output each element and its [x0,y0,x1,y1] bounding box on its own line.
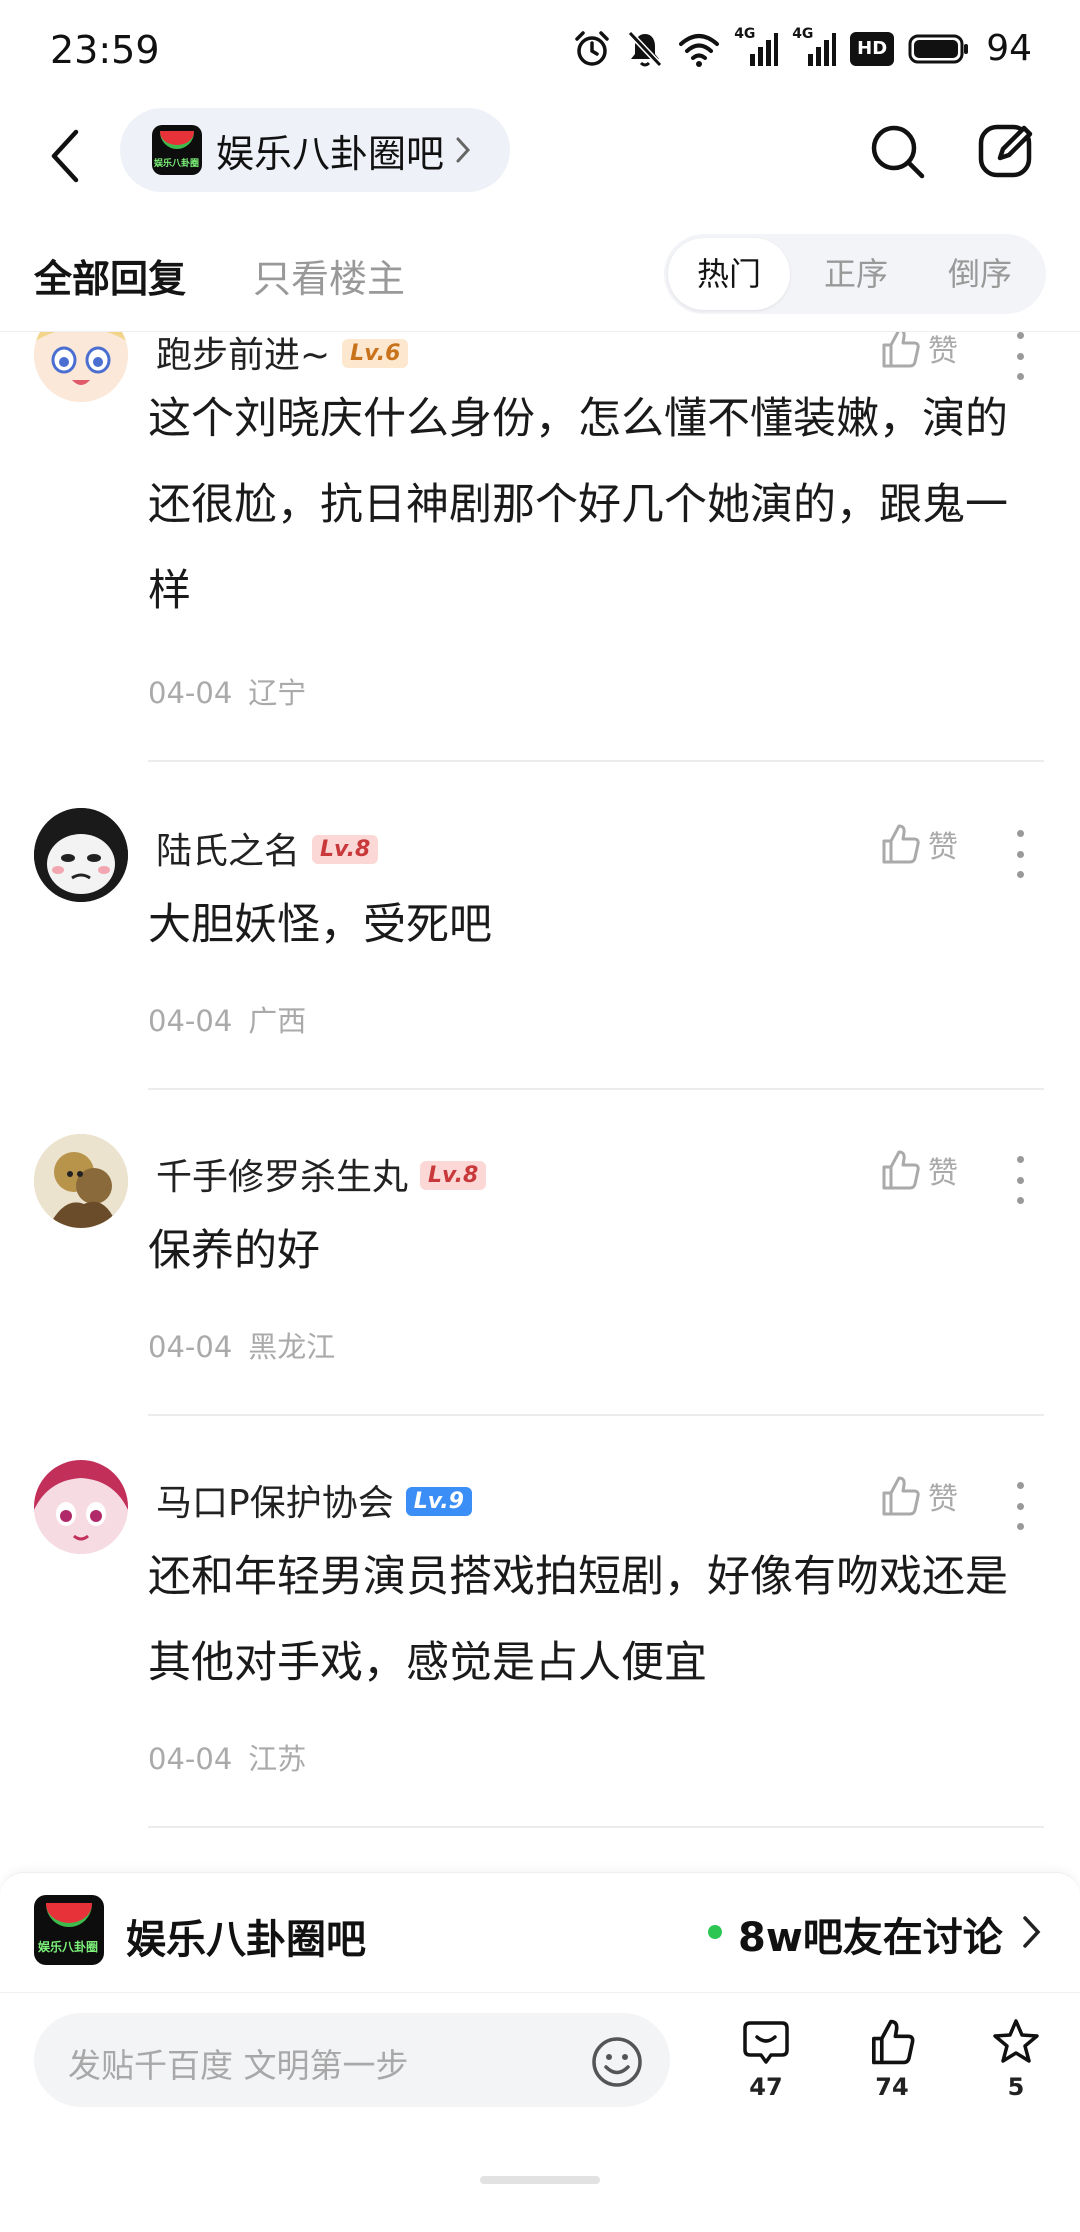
like-button[interactable]: 赞 [878,1148,958,1192]
more-options-icon[interactable] [1012,1482,1028,1530]
more-options-icon[interactable] [1012,332,1028,380]
comment-icon [743,2021,789,2064]
divider [148,1414,1044,1416]
comment-list: 跑步前进~ Lv.6 赞 这个刘晓庆什么身份，怎么懂不懂装嫩，演的还很尬，抗日神剧… [0,332,1080,1872]
comment-location: 辽宁 [248,676,307,710]
divider [148,1826,1044,1828]
avatar[interactable] [34,332,128,402]
sort-descending-button[interactable]: 倒序 [922,234,1038,314]
comment-date: 04-04 [148,1330,233,1364]
home-indicator[interactable] [480,2176,600,2184]
comment-meta: 04-04 黑龙江 [148,1324,335,1366]
status-time: 23:59 [50,28,160,72]
post-input-placeholder: 发贴千百度 文明第一步 [68,2046,409,2085]
avatar[interactable] [34,1460,128,1554]
username[interactable]: 马口P保护协会 Lv.9 [156,1474,472,1526]
comment-text: 还和年轻男演员搭戏拍短剧，好像有吻戏还是其他对手戏，感觉是占人便宜 [148,1552,1008,1688]
thumbs-up-icon [882,1150,920,1190]
username[interactable]: 千手修罗杀生丸 Lv.8 [156,1148,487,1200]
more-options-icon[interactable] [1012,830,1028,878]
chevron-right-icon [1023,1916,1041,1948]
search-icon[interactable] [868,122,928,182]
comment-meta: 04-04 江苏 [148,1736,306,1778]
signal-4g-icon: 4G [734,26,779,68]
like-button[interactable]: 赞 [878,332,958,370]
level-badge: Lv.8 [312,834,379,864]
forum-logo: 娱乐八卦圈 [34,1895,104,1965]
divider [148,760,1044,762]
sort-hot-button[interactable]: 热门 [668,238,790,310]
comment-location: 广西 [248,1004,307,1038]
forum-bar-name: 娱乐八卦圈吧 [126,1917,366,1963]
comment-date: 04-04 [148,676,233,710]
chevron-right-icon [456,137,471,163]
nav-bar: 娱乐八卦圈 娱乐八卦圈吧 [0,108,1080,228]
comment-meta: 04-04 广西 [148,998,306,1040]
comment-date: 04-04 [148,1742,233,1776]
status-icons: 4G 4G HD 94 [572,26,1032,69]
username[interactable]: 陆氏之名 Lv.8 [156,822,379,874]
forum-name: 娱乐八卦圈吧 [216,131,445,176]
thumbs-up-icon [882,332,920,368]
like-button[interactable]: 赞 [878,1474,958,1518]
forum-chip[interactable]: 娱乐八卦圈 娱乐八卦圈吧 [120,108,510,192]
thumbs-up-icon [882,1476,920,1516]
forum-entry-bar[interactable]: 娱乐八卦圈 娱乐八卦圈吧 8w吧友在讨论 [0,1872,1080,1992]
wifi-icon [679,33,720,67]
status-bar: 23:59 4G 4G HD 94 [0,0,1080,108]
avatar[interactable] [34,808,128,902]
tabs-row: 全部回复 只看楼主 热门 正序 倒序 [0,228,1080,332]
back-icon[interactable] [42,124,90,188]
compose-icon[interactable] [976,120,1036,180]
favorite-count-button[interactable]: 5 [976,2017,1056,2101]
thumbs-up-icon [882,824,920,864]
online-count-text: 8w吧友在讨论 [738,1915,1003,1961]
comment-text: 这个刘晓庆什么身份，怎么懂不懂装嫩，演的还很尬，抗日神剧那个好几个她演的，跟鬼一… [148,394,1008,616]
post-input[interactable]: 发贴千百度 文明第一步 [34,2013,670,2107]
bottom-action-bar: 发贴千百度 文明第一步 47 74 5 [0,1992,1080,2232]
username[interactable]: 跑步前进~ Lv.6 [156,332,409,378]
level-badge: Lv.6 [342,338,409,368]
signal-4g-icon: 4G [792,26,837,68]
sort-ascending-button[interactable]: 正序 [798,234,914,314]
comment-meta: 04-04 辽宁 [148,670,306,712]
divider [148,1088,1044,1090]
emoji-icon[interactable] [590,2035,644,2089]
favorite-count: 5 [1007,2073,1025,2101]
sort-switch: 热门 正序 倒序 [664,234,1046,314]
reply-count-button[interactable]: 47 [726,2017,806,2101]
mute-icon [627,30,663,67]
like-count: 74 [875,2073,909,2101]
hd-icon: HD [850,31,895,66]
comment-text: 保养的好 [148,1226,320,1276]
comment-location: 江苏 [248,1742,307,1776]
comment-date: 04-04 [148,1004,233,1038]
forum-logo: 娱乐八卦圈 [152,125,202,175]
tab-only-op[interactable]: 只看楼主 [253,248,405,303]
alarm-icon [575,30,609,66]
star-icon [993,2019,1039,2063]
comment-location: 黑龙江 [248,1330,336,1364]
battery-icon [908,34,969,63]
tab-all-replies[interactable]: 全部回复 [34,248,186,303]
level-badge: Lv.8 [420,1160,487,1190]
comment-text: 大胆妖怪，受死吧 [148,900,492,950]
like-count-button[interactable]: 74 [852,2017,932,2101]
avatar[interactable] [34,1134,128,1228]
level-badge: Lv.9 [405,1486,472,1516]
like-button[interactable]: 赞 [878,822,958,866]
battery-level: 94 [986,28,1032,69]
thumbs-up-icon [872,2019,915,2065]
online-dot-icon [708,1925,722,1939]
reply-count: 47 [749,2073,783,2101]
more-options-icon[interactable] [1012,1156,1028,1204]
